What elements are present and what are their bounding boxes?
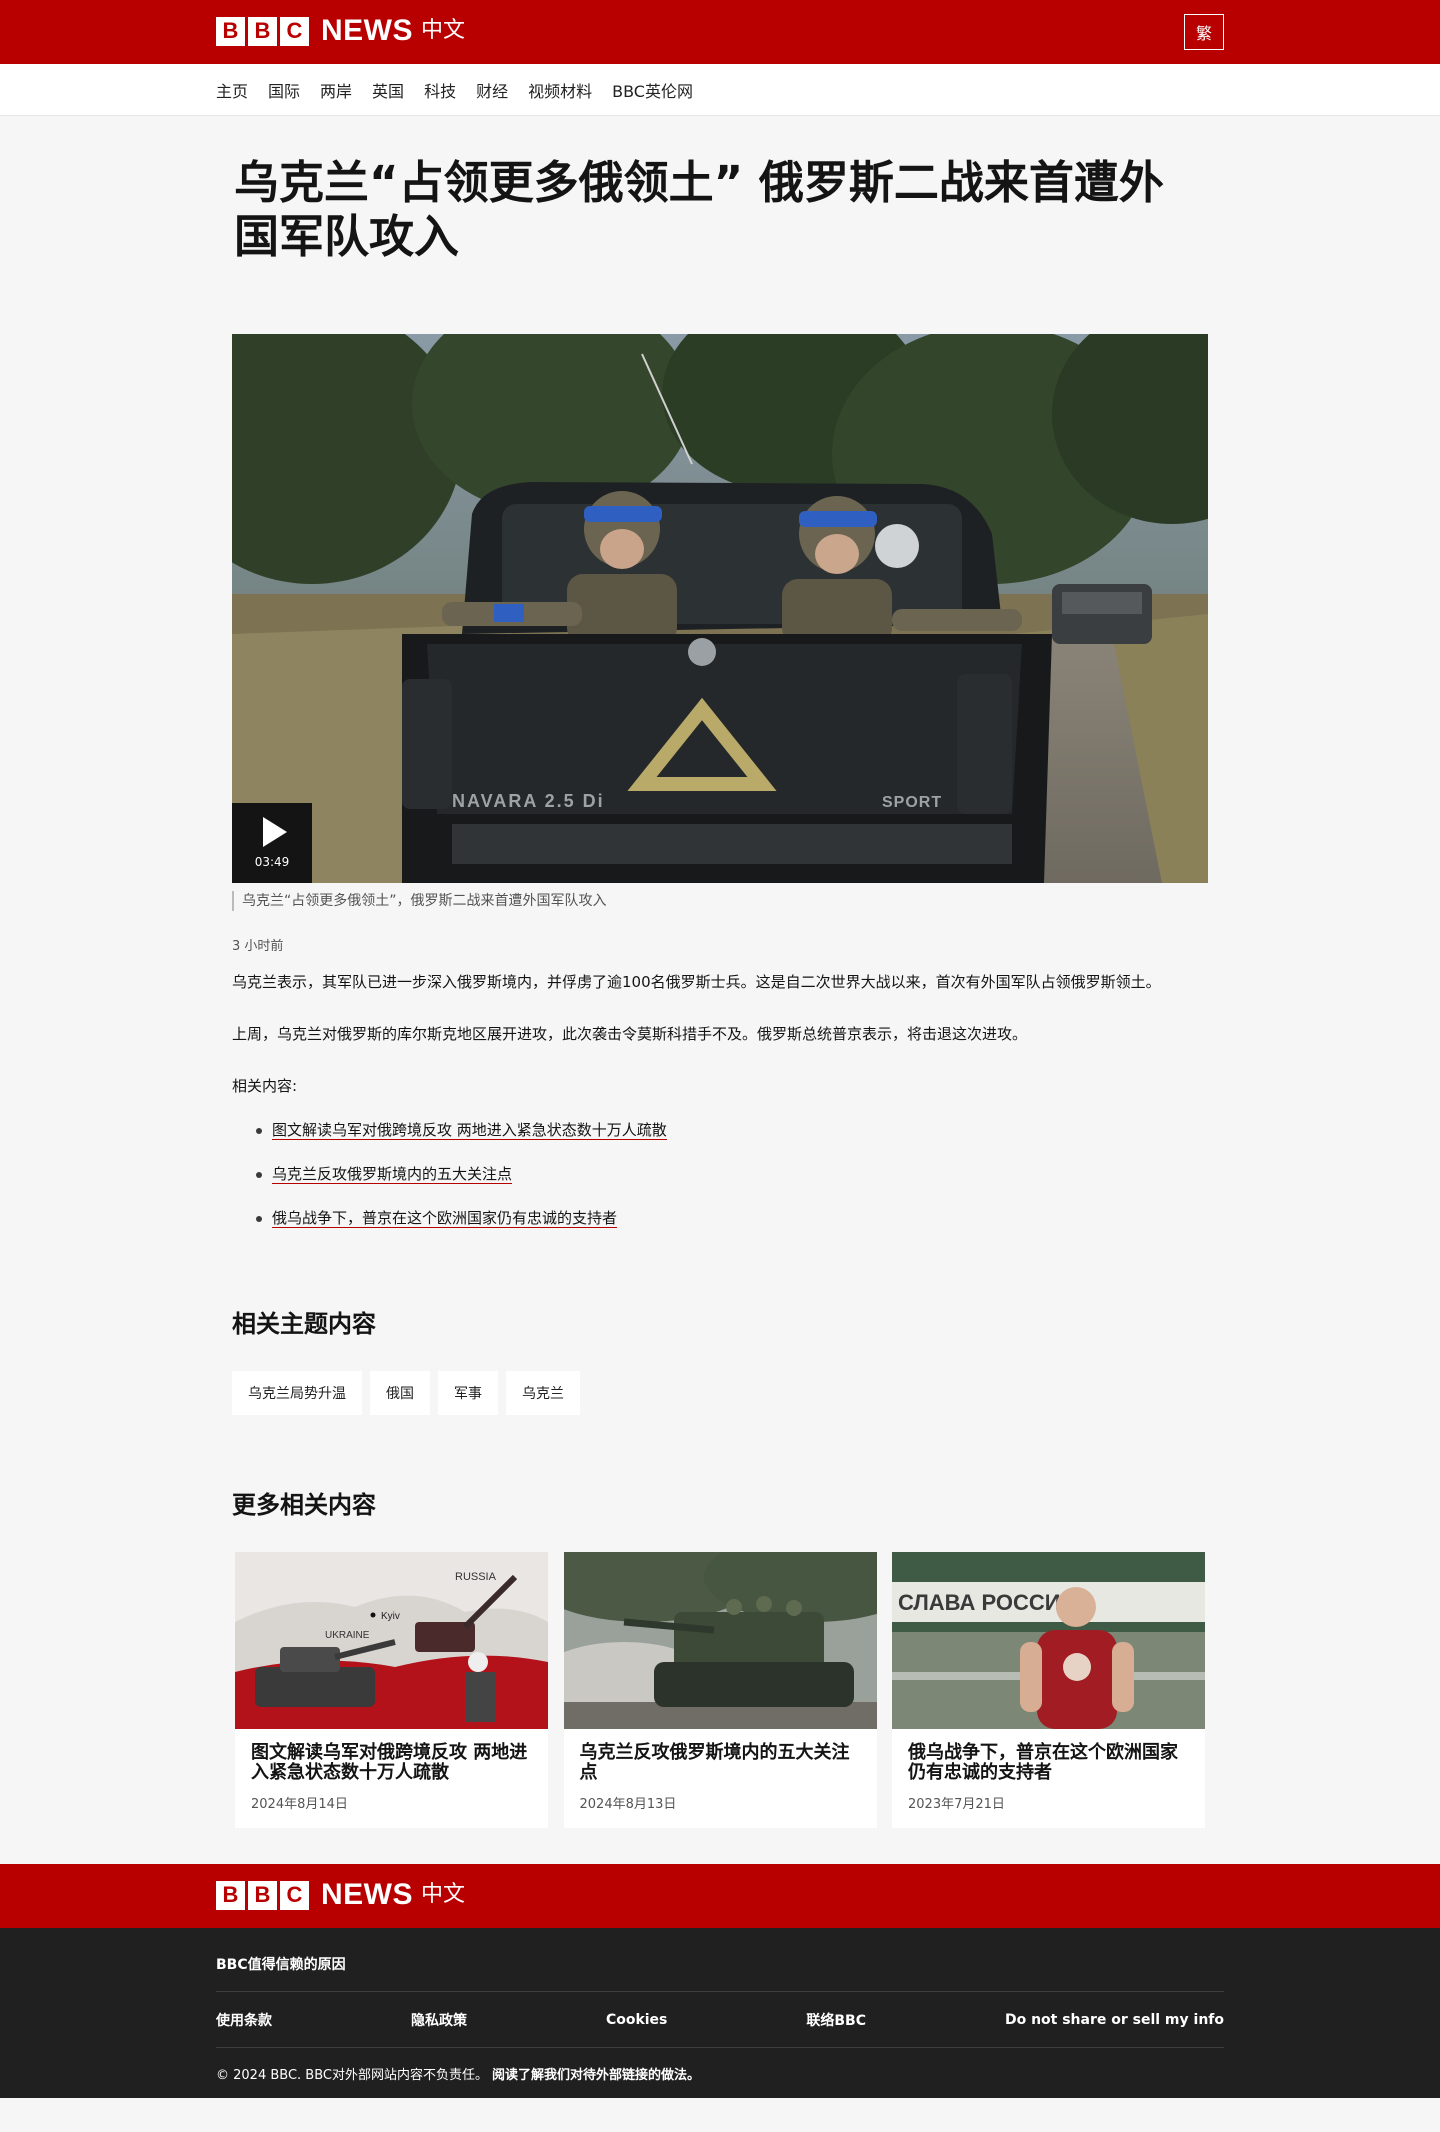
nav-item-world[interactable]: 国际 — [268, 78, 300, 102]
topic-tag[interactable]: 乌克兰局势升温 — [232, 1371, 362, 1415]
article: 乌克兰“占领更多俄领土” 俄罗斯二战来首遭外国军队攻入 NAVARA 2.5 D… — [232, 156, 1208, 1828]
bbc-news-logo[interactable]: B B C NEWS 中文 — [216, 16, 465, 46]
nav-item-cross-strait[interactable]: 两岸 — [320, 78, 352, 102]
more-content-title: 更多相关内容 — [232, 1491, 376, 1519]
story-card-title: 俄乌战争下，普京在这个欧洲国家仍有忠诚的支持者 — [908, 1742, 1178, 1783]
story-card[interactable]: RUSSIA Kyiv UKRAINE 图文解读乌军对俄跨境反攻 两地进入紧急状… — [235, 1552, 548, 1828]
story-card-title: 图文解读乌军对俄跨境反攻 两地进入紧急状态数十万人疏散 — [251, 1742, 528, 1783]
truck-badge-navara: NAVARA 2.5 Di — [452, 791, 605, 811]
topic-tag[interactable]: 军事 — [438, 1371, 498, 1415]
topic-tag[interactable]: 俄国 — [370, 1371, 430, 1415]
video-player[interactable]: NAVARA 2.5 Di SPORT 03:49 — [232, 334, 1208, 883]
logo-service-name: 中文 — [421, 1882, 466, 1907]
related-link[interactable]: 图文解读乌军对俄跨境反攻 两地进入紧急状态数十万人疏散 — [272, 1121, 667, 1140]
footer-link-privacy[interactable]: 隐私政策 — [411, 2010, 467, 2030]
story-card-date: 2023年7月21日 — [908, 1797, 1005, 1812]
related-story-cards: RUSSIA Kyiv UKRAINE 图文解读乌军对俄跨境反攻 两地进入紧急状… — [232, 1552, 1208, 1828]
story-card[interactable]: СЛАВА РОССИИ 俄乌战争下，普京在这个欧洲国家仍有忠诚的支持者 202… — [892, 1552, 1205, 1828]
article-timestamp: 3 小时前 — [232, 939, 284, 954]
traditional-chinese-toggle[interactable]: 繁 — [1184, 14, 1224, 50]
nav-item-business[interactable]: 财经 — [476, 78, 508, 102]
site-footer: B B C NEWS 中文 BBC值得信赖的原因 使用条款 隐私政策 Cooki… — [0, 1864, 1440, 2098]
related-link[interactable]: 乌克兰反攻俄罗斯境内的五大关注点 — [272, 1165, 513, 1184]
article-paragraph: 上周，乌克兰对俄罗斯的库尔斯克地区展开进攻，此次袭击令莫斯科措手不及。俄罗斯总统… — [232, 1025, 1028, 1043]
footer-link-row: 使用条款 隐私政策 Cookies 联络BBC Do not share or … — [216, 1992, 1224, 2048]
related-links-list: 图文解读乌军对俄跨境反攻 两地进入紧急状态数十万人疏散 乌克兰反攻俄罗斯境内的五… — [232, 1116, 1208, 1232]
footer-brand-bar: B B C NEWS 中文 — [0, 1864, 1440, 1928]
article-headline: 乌克兰“占领更多俄领土” 俄罗斯二战来首遭外国军队攻入 — [234, 156, 1164, 263]
story-card-image: СЛАВА РОССИИ — [892, 1552, 1205, 1729]
logo-letter-c: C — [280, 1880, 309, 1910]
nav-item-home[interactable]: 主页 — [216, 78, 248, 102]
story-card-title: 乌克兰反攻俄罗斯境内的五大关注点 — [579, 1742, 850, 1783]
map-label-kyiv: Kyiv — [381, 1611, 400, 1622]
site-header: B B C NEWS 中文 繁 — [0, 0, 1440, 64]
story-card-image — [563, 1552, 877, 1729]
footer-link-contact[interactable]: 联络BBC — [806, 2010, 866, 2030]
nav-item-tech[interactable]: 科技 — [424, 78, 456, 102]
nav-item-bbc-uk-china[interactable]: BBC英伦网 — [612, 78, 693, 102]
nav-item-uk[interactable]: 英国 — [372, 78, 404, 102]
video-caption: 乌克兰“占领更多俄领土”，俄罗斯二战来首遭外国军队攻入 — [232, 891, 1208, 911]
footer-link-terms[interactable]: 使用条款 — [216, 2010, 272, 2030]
logo-letter-b1: B — [216, 16, 245, 46]
logo-letter-b2: B — [248, 16, 277, 46]
play-icon — [263, 817, 287, 847]
footer-link-cookies[interactable]: Cookies — [606, 2012, 667, 2028]
map-label-ukraine: UKRAINE — [325, 1630, 370, 1641]
story-card-image: RUSSIA Kyiv UKRAINE — [235, 1552, 548, 1729]
story-card-date: 2024年8月13日 — [579, 1797, 677, 1812]
external-links-policy-link[interactable]: 阅读了解我们对待外部链接的做法。 — [492, 2068, 700, 2083]
list-item: 俄乌战争下，普京在这个欧洲国家仍有忠诚的支持者 — [256, 1204, 1208, 1232]
footer-bbc-news-logo[interactable]: B B C NEWS 中文 — [216, 1880, 465, 1910]
logo-news-word: NEWS — [321, 1878, 413, 1911]
footer-trust-link[interactable]: BBC值得信赖的原因 — [216, 1928, 1224, 1992]
video-thumbnail-image: NAVARA 2.5 Di SPORT — [232, 334, 1208, 883]
list-item: 图文解读乌军对俄跨境反攻 两地进入紧急状态数十万人疏散 — [256, 1116, 1208, 1144]
topic-tags: 乌克兰局势升温 俄国 军事 乌克兰 — [232, 1371, 1208, 1415]
footer-links-area: BBC值得信赖的原因 使用条款 隐私政策 Cookies 联络BBC Do no… — [0, 1928, 1440, 2098]
list-item: 乌克兰反攻俄罗斯境内的五大关注点 — [256, 1160, 1208, 1188]
main-nav: 主页 国际 两岸 英国 科技 财经 视频材料 BBC英伦网 — [0, 64, 1440, 116]
logo-service-name: 中文 — [421, 18, 466, 43]
related-topics-title: 相关主题内容 — [232, 1310, 376, 1338]
logo-news-word: NEWS — [321, 14, 413, 47]
article-paragraph: 乌克兰表示，其军队已进一步深入俄罗斯境内，并俘虏了逾100名俄罗斯士兵。这是自二… — [232, 973, 1161, 991]
logo-letter-c: C — [280, 16, 309, 46]
related-link[interactable]: 俄乌战争下，普京在这个欧洲国家仍有忠诚的支持者 — [272, 1209, 618, 1228]
truck-badge-sport: SPORT — [882, 794, 942, 811]
nav-item-video[interactable]: 视频材料 — [528, 78, 592, 102]
map-label-russia: RUSSIA — [455, 1571, 497, 1583]
logo-letter-b1: B — [216, 1880, 245, 1910]
play-button[interactable]: 03:49 — [232, 803, 312, 883]
footer-copyright: © 2024 BBC. BBC对外部网站内容不负责任。 阅读了解我们对待外部链接的… — [216, 2048, 1224, 2083]
video-duration: 03:49 — [254, 855, 290, 869]
copyright-text: © 2024 BBC. BBC对外部网站内容不负责任。 — [216, 2068, 488, 2083]
story-card-date: 2024年8月14日 — [251, 1797, 348, 1812]
logo-letter-b2: B — [248, 1880, 277, 1910]
topic-tag[interactable]: 乌克兰 — [506, 1371, 580, 1415]
footer-link-do-not-sell[interactable]: Do not share or sell my info — [1005, 2012, 1224, 2028]
related-content-lead: 相关内容: — [232, 1077, 298, 1095]
story-card[interactable]: 乌克兰反攻俄罗斯境内的五大关注点 2024年8月13日 — [563, 1552, 877, 1828]
banner-text: СЛАВА РОССИИ — [898, 1590, 1076, 1615]
